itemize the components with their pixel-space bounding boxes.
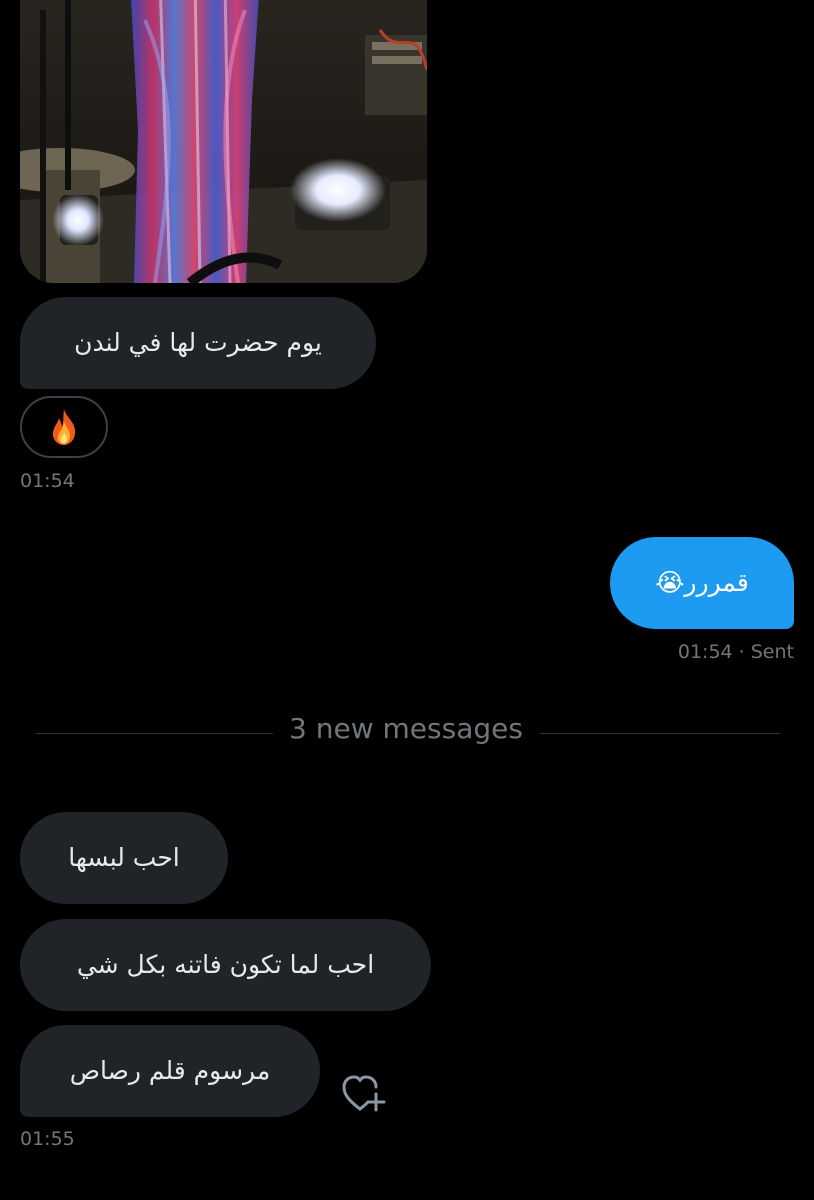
message-text: قمررر😭 bbox=[655, 568, 749, 597]
received-message-bubble[interactable]: يوم حضرت لها في لندن bbox=[20, 297, 376, 389]
new-messages-divider: 3 new messages bbox=[289, 712, 523, 745]
sent-message-bubble[interactable]: قمررر😭 bbox=[610, 537, 794, 629]
stage-photo bbox=[20, 0, 427, 283]
received-message-bubble[interactable]: احب لبسها bbox=[20, 812, 228, 904]
sent-status: · Sent bbox=[738, 641, 794, 663]
received-message-bubble[interactable]: احب لما تكون فاتنه بكل شي bbox=[20, 919, 431, 1011]
divider-line-right bbox=[540, 733, 780, 734]
add-reaction-button[interactable] bbox=[341, 1072, 389, 1114]
message-text: احب لبسها bbox=[68, 843, 180, 872]
message-text: احب لما تكون فاتنه بكل شي bbox=[76, 950, 375, 979]
message-timestamp: 01:54 bbox=[677, 641, 733, 663]
message-reaction[interactable] bbox=[20, 396, 108, 458]
message-text: يوم حضرت لها في لندن bbox=[74, 328, 322, 357]
message-timestamp: 01:55 bbox=[20, 1128, 75, 1150]
received-message-bubble[interactable]: مرسوم قلم رصاص bbox=[20, 1025, 320, 1117]
heart-plus-icon bbox=[342, 1075, 386, 1112]
divider-line-left bbox=[35, 733, 273, 734]
fire-icon bbox=[52, 409, 76, 445]
message-timestamp: 01:54 bbox=[20, 470, 75, 492]
message-image-attachment[interactable] bbox=[20, 0, 427, 283]
message-text: مرسوم قلم رصاص bbox=[69, 1056, 271, 1085]
sent-message-status: 01:54 · Sent bbox=[678, 641, 794, 663]
